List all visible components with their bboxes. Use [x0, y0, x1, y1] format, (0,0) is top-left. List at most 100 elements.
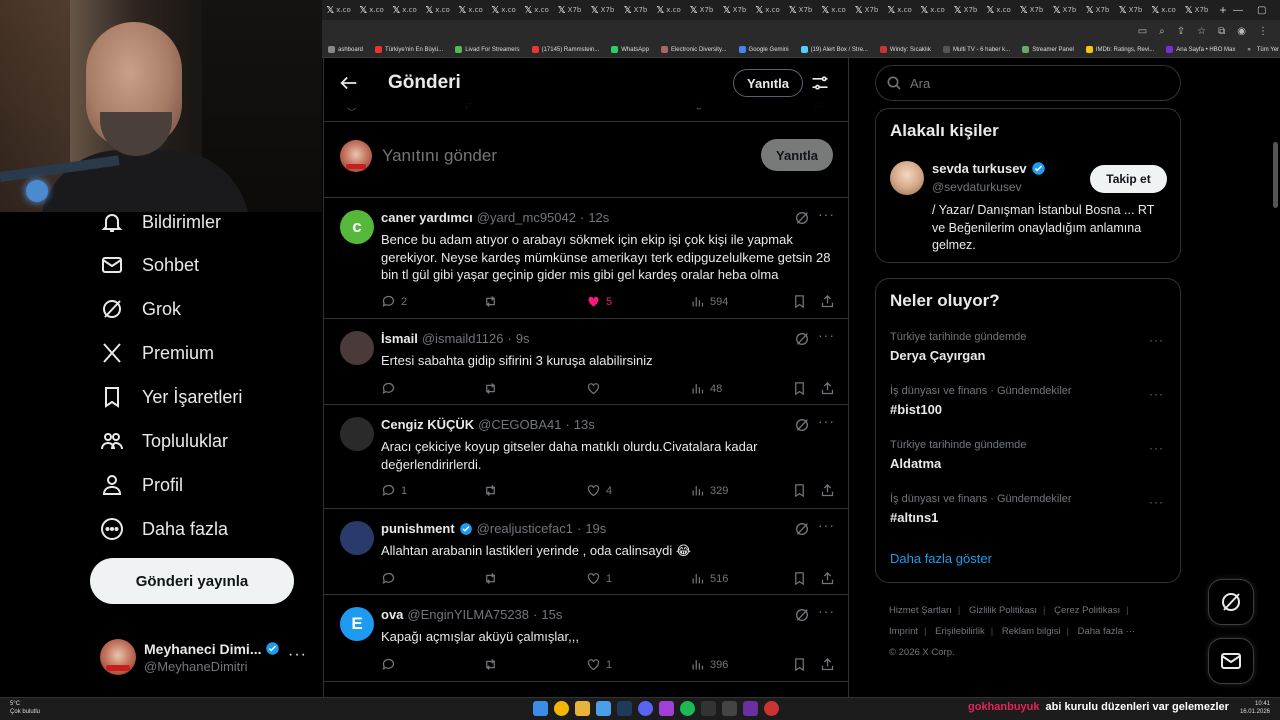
avatar[interactable]: [340, 521, 374, 555]
grok-fab[interactable]: [1208, 579, 1254, 625]
app-icon[interactable]: [764, 701, 779, 716]
bookmark-button[interactable]: [792, 381, 807, 396]
author-name[interactable]: caner yardımcı: [381, 210, 473, 225]
browser-tab[interactable]: 𝕏 X7b: [1081, 0, 1114, 20]
share-icon[interactable]: ⇪: [1177, 26, 1185, 37]
repost-button[interactable]: [483, 483, 503, 498]
post-time[interactable]: 19s: [585, 521, 606, 536]
views-button[interactable]: 516: [690, 571, 728, 586]
reply-button[interactable]: [381, 571, 401, 586]
footer-link[interactable]: Hizmet Şartları: [889, 605, 952, 616]
share-button[interactable]: [820, 657, 835, 672]
nav-chat[interactable]: Sohbet: [100, 245, 199, 285]
discord-icon[interactable]: [638, 701, 653, 716]
browser-tab[interactable]: 𝕏x.co: [454, 0, 487, 20]
browser-tab[interactable]: 𝕏 X7b: [619, 0, 652, 20]
browser-tab[interactable]: 𝕏 X7b: [718, 0, 751, 20]
back-arrow-icon[interactable]: [338, 72, 360, 94]
author-handle[interactable]: @EnginYILMA75238: [407, 607, 529, 622]
app-icon[interactable]: [701, 701, 716, 716]
bookmark-item[interactable]: ashboard: [322, 46, 369, 53]
grok-button[interactable]: [794, 417, 810, 433]
weather-widget[interactable]: 5°C Çok bulutlu: [10, 700, 40, 716]
browser-tab[interactable]: 𝕏 X7b: [850, 0, 883, 20]
trend-item[interactable]: İş dünyası ve finans · Gündemdekiler #al…: [890, 493, 1170, 533]
star-icon[interactable]: ☆: [1197, 26, 1206, 37]
profile-icon[interactable]: ◉: [1237, 26, 1246, 37]
browser-tab[interactable]: 𝕏x.co: [883, 0, 916, 20]
reply-post[interactable]: Eova @EnginYILMA75238 · 15s ··· Kapağı açmışl…: [324, 595, 848, 682]
cast-icon[interactable]: ▭: [1138, 26, 1147, 37]
sliders-icon[interactable]: [810, 73, 830, 93]
search-input[interactable]: [910, 75, 1150, 91]
share-button[interactable]: [820, 571, 835, 586]
post-time[interactable]: 15s: [541, 607, 562, 622]
bookmark-item[interactable]: Ana Sayfa • HBO Max: [1160, 46, 1241, 53]
bookmark-item[interactable]: IMDb: Ratings, Revi...: [1080, 46, 1160, 53]
more-icon[interactable]: ···: [818, 327, 835, 343]
menu-icon[interactable]: ⋮: [1258, 26, 1268, 37]
like-button[interactable]: 4: [586, 483, 612, 498]
nav-communities[interactable]: Topluluklar: [100, 421, 228, 461]
app-icon[interactable]: [596, 701, 611, 716]
bookmark-item[interactable]: Multi TV - 6 haber k...: [937, 46, 1016, 53]
reply-post[interactable]: Cengiz KÜÇÜK @CEGOBA41 · 13s ··· Aracı çekici…: [324, 405, 848, 509]
browser-tab[interactable]: 𝕏x.co: [817, 0, 850, 20]
author-handle[interactable]: @CEGOBA41: [478, 417, 561, 432]
author-handle[interactable]: @ismaild1126: [422, 331, 504, 346]
views-button[interactable]: 396: [690, 657, 728, 672]
footer-link[interactable]: Çerez Politikası: [1054, 605, 1120, 616]
search-box[interactable]: [875, 65, 1181, 101]
browser-tab[interactable]: 𝕏 X7b: [949, 0, 982, 20]
views-button[interactable]: 48: [690, 381, 722, 396]
repost-button[interactable]: [483, 381, 503, 396]
zoom-icon[interactable]: ⌕: [1159, 26, 1165, 37]
browser-tab[interactable]: 𝕏 X7b: [685, 0, 718, 20]
views-button[interactable]: 329: [690, 483, 728, 498]
browser-tab[interactable]: 𝕏x.co: [322, 0, 355, 20]
bookmark-button[interactable]: [792, 657, 807, 672]
folder-icon[interactable]: [575, 701, 590, 716]
post-time[interactable]: 13s: [574, 417, 595, 432]
nav-premium[interactable]: Premium: [100, 333, 214, 373]
more-icon[interactable]: ···: [818, 206, 835, 222]
app-icon[interactable]: [743, 701, 758, 716]
browser-tab[interactable]: 𝕏x.co: [487, 0, 520, 20]
app-icon[interactable]: [722, 701, 737, 716]
avatar[interactable]: [340, 331, 374, 365]
trend-item[interactable]: İş dünyası ve finans · Gündemdekiler #bi…: [890, 385, 1170, 425]
browser-tab[interactable]: 𝕏x.co: [421, 0, 454, 20]
bookmark-item[interactable]: Electronic Diversity...: [655, 46, 733, 53]
bookmark-button[interactable]: [792, 294, 807, 309]
reply-button[interactable]: [381, 381, 401, 396]
grok-button[interactable]: [794, 331, 810, 347]
avatar[interactable]: [890, 161, 924, 195]
trend-item[interactable]: Türkiye tarihinde gündemde Aldatma ···: [890, 439, 1170, 479]
scrollbar[interactable]: [1271, 58, 1280, 697]
extensions-icon[interactable]: ⧉: [1218, 26, 1225, 37]
share-button[interactable]: [820, 294, 835, 309]
nav-notifications[interactable]: Bildirimler: [100, 202, 221, 242]
repost-button[interactable]: [483, 657, 503, 672]
more-icon[interactable]: ···: [1149, 333, 1164, 347]
reply-post[interactable]: c caner yardımcı @yard_mc95042 · 12s ··· Bence…: [324, 198, 848, 319]
chrome-icon[interactable]: [554, 701, 569, 716]
footer-link[interactable]: Daha fazla ···: [1078, 626, 1136, 637]
bookmark-item[interactable]: (19) Alert Box / Stre...: [795, 46, 874, 53]
bookmark-item[interactable]: Google Gemini: [733, 46, 795, 53]
footer-link[interactable]: Imprint: [889, 626, 918, 637]
more-icon[interactable]: ···: [1149, 387, 1164, 401]
bookmark-item[interactable]: Streamer Panel: [1016, 46, 1080, 53]
spotify-icon[interactable]: [680, 701, 695, 716]
post-time[interactable]: 12s: [588, 210, 609, 225]
browser-tab[interactable]: 𝕏x.co: [388, 0, 421, 20]
bookmark-button[interactable]: [792, 571, 807, 586]
browser-tab[interactable]: 𝕏 X7b: [1048, 0, 1081, 20]
like-button[interactable]: 1: [586, 571, 612, 586]
nav-bookmarks[interactable]: Yer İşaretleri: [100, 377, 242, 417]
like-button[interactable]: [586, 381, 606, 396]
repost-button[interactable]: [483, 571, 503, 586]
footer-link[interactable]: Reklam bilgisi: [1002, 626, 1061, 637]
steam-icon[interactable]: [617, 701, 632, 716]
bookmark-item[interactable]: Türkiye'nin En Büyü...: [369, 46, 449, 53]
